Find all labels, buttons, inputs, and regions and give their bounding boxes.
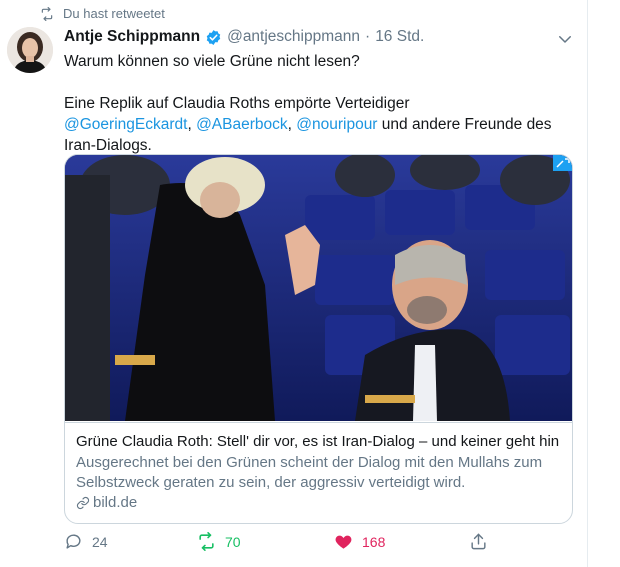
- mention-nouripour[interactable]: @nouripour: [296, 116, 377, 133]
- comma: ,: [287, 116, 297, 133]
- separator-dot: ·: [365, 28, 371, 45]
- card-domain: bild.de: [76, 493, 561, 513]
- reply-count: 24: [92, 533, 108, 550]
- like-button[interactable]: 168: [334, 532, 385, 551]
- tweet-line-question: Warum können so viele Grüne nicht lesen?: [64, 53, 360, 70]
- retweet-icon: [199, 532, 214, 551]
- mention-goeringeckardt[interactable]: @GoeringEckardt: [64, 116, 187, 133]
- column-border: [587, 0, 588, 567]
- card-description: Ausgerechnet bei den Grünen scheint der …: [76, 454, 543, 491]
- link-card[interactable]: Grüne Claudia Roth: Stell' dir vor, es i…: [64, 154, 573, 524]
- share-button[interactable]: [469, 532, 497, 551]
- heart-icon: [335, 535, 352, 549]
- link-icon: [76, 496, 90, 510]
- comma: ,: [187, 116, 197, 133]
- card-title: Grüne Claudia Roth: Stell' dir vor, es i…: [76, 433, 560, 450]
- like-count: 168: [362, 533, 386, 550]
- chevron-down-icon[interactable]: [556, 30, 574, 48]
- tweet-line-replik: Eine Replik auf Claudia Roths empörte Ve…: [64, 93, 564, 156]
- tweet-actions: 24 70 168: [64, 532, 494, 556]
- card-body[interactable]: Grüne Claudia Roth: Stell' dir vor, es i…: [65, 422, 572, 523]
- reply-icon: [66, 534, 81, 549]
- reply-button[interactable]: 24: [64, 532, 108, 551]
- verified-badge-icon: [206, 29, 221, 45]
- tweet-timestamp[interactable]: 16 Std.: [375, 28, 424, 46]
- card-domain-label: bild.de: [93, 494, 138, 511]
- card-image[interactable]: [65, 155, 572, 421]
- retweet-icon: [41, 6, 53, 21]
- mention-abaerbock[interactable]: @ABaerbock: [196, 116, 288, 133]
- retweet-button[interactable]: 70: [197, 532, 241, 551]
- avatar[interactable]: [7, 27, 53, 73]
- retweet-context-label: Du hast retweetet: [63, 6, 165, 21]
- author-handle[interactable]: @antjeschippmann: [227, 28, 360, 46]
- tweet-header: Antje Schippmann @antjeschippmann · 16 S…: [64, 28, 424, 46]
- author-name[interactable]: Antje Schippmann: [64, 28, 200, 46]
- retweet-context: Du hast retweetet: [40, 6, 165, 21]
- retweet-count: 70: [225, 533, 241, 550]
- tweet-text-prefix: Eine Replik auf Claudia Roths empörte Ve…: [64, 95, 410, 112]
- share-icon: [471, 533, 486, 550]
